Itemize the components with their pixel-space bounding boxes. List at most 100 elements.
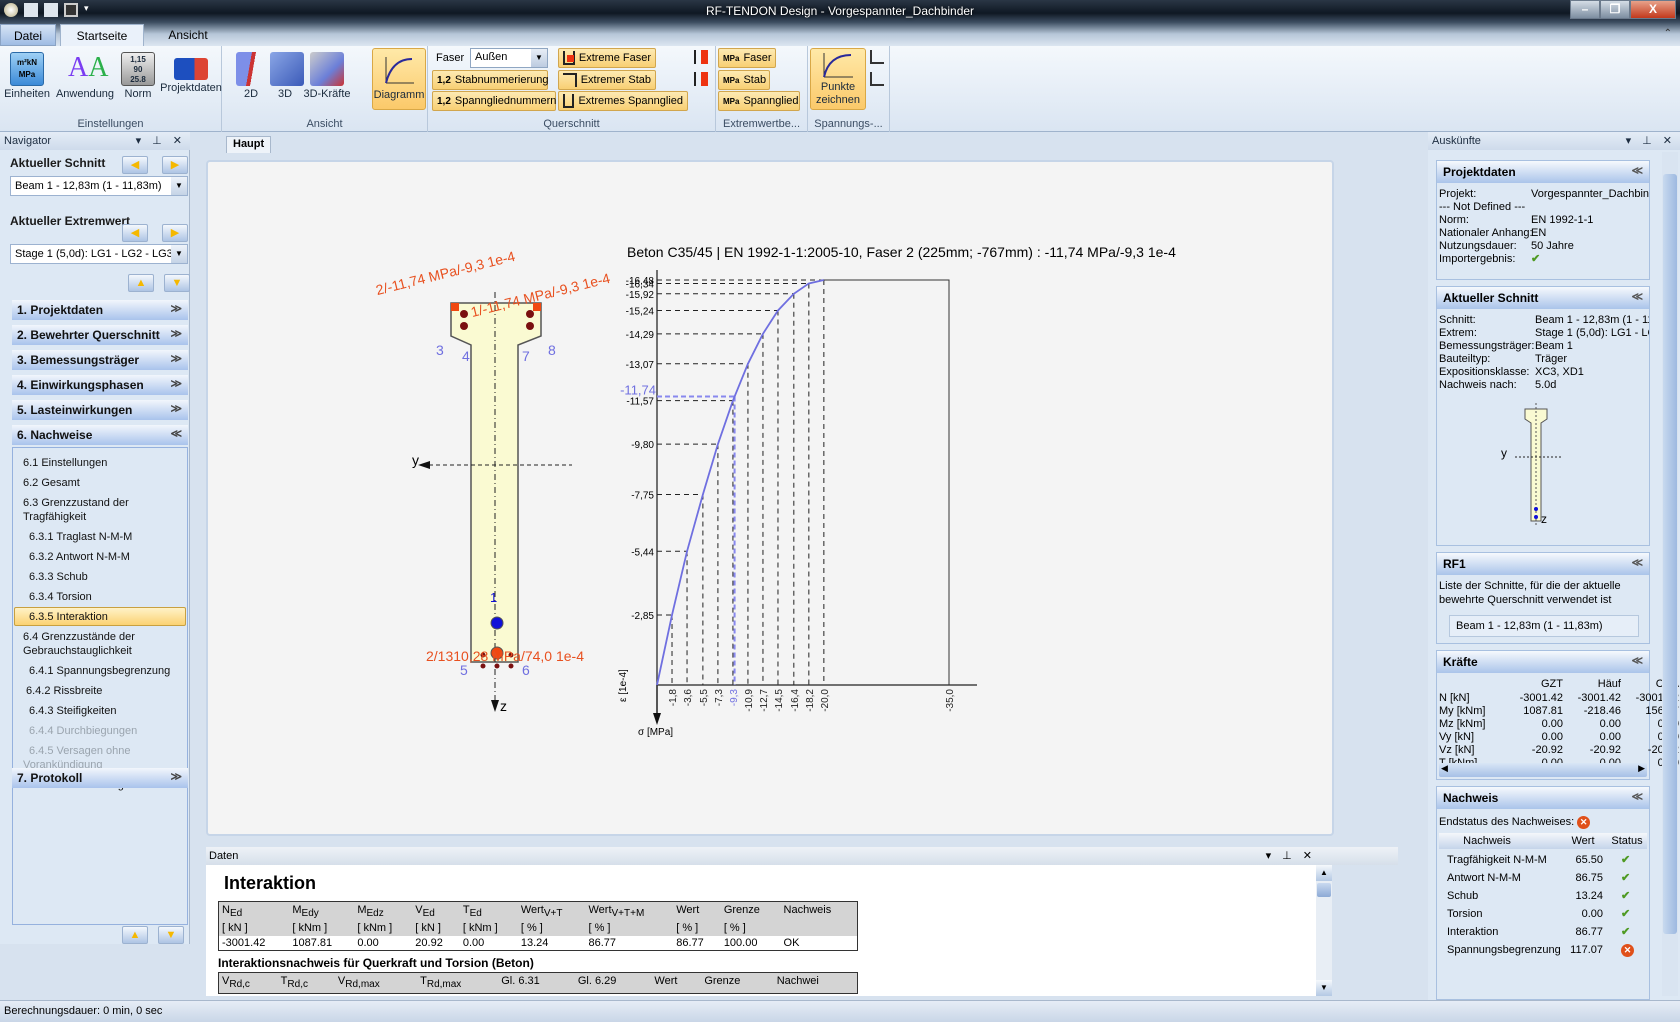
- section-bemessungstraeger[interactable]: 3. Bemessungsträger ≫: [12, 350, 188, 370]
- move-down-button[interactable]: ▼: [164, 274, 190, 292]
- axis-icon-2[interactable]: [870, 72, 884, 86]
- extremer-stab-button[interactable]: Extremer Stab: [558, 70, 656, 90]
- section-header[interactable]: Kräfte ≪: [1437, 651, 1649, 673]
- view-3d-button[interactable]: 3D: [270, 48, 304, 110]
- nav-item[interactable]: 6.3.3 Schub: [29, 570, 88, 584]
- section-header[interactable]: RF1 ≪: [1437, 553, 1649, 575]
- nav-item[interactable]: Tragfähigkeit: [23, 510, 86, 524]
- section-protokoll[interactable]: 7. Protokoll ≫: [12, 768, 188, 788]
- nav-item[interactable]: 6.3 Grenzzustand der: [23, 496, 129, 510]
- group-label: Querschnitt: [543, 118, 600, 130]
- tab-ansicht[interactable]: Ansicht: [150, 24, 226, 46]
- nav-item[interactable]: 6.3.4 Torsion: [29, 590, 92, 604]
- section-header[interactable]: Nachweis ≪: [1437, 787, 1649, 809]
- max-icon[interactable]: [694, 50, 708, 64]
- einheiten-button[interactable]: m²kN MPa Einheiten: [2, 48, 52, 110]
- minimize-button[interactable]: –: [1570, 0, 1600, 19]
- current-section-select[interactable]: Beam 1 - 12,83m (1 - 11,83m) ▼: [10, 176, 188, 196]
- section-einwirkungsphasen[interactable]: 4. Einwirkungsphasen ≫: [12, 375, 188, 395]
- projektdaten-button[interactable]: Projektdaten: [160, 48, 222, 110]
- data-scrollbar[interactable]: ▲ ▼: [1316, 865, 1332, 996]
- mpa-spannglied-button[interactable]: MPa Spannglied: [718, 91, 800, 111]
- nav-item-active[interactable]: 6.3.5 Interaktion: [14, 607, 186, 626]
- diagramm-button[interactable]: Diagramm: [372, 48, 426, 110]
- info-key: Nutzungsdauer:: [1439, 240, 1517, 252]
- norm-button[interactable]: 1,15 90 25.8 Norm: [118, 48, 158, 110]
- nav-up-button[interactable]: ▲: [122, 926, 148, 944]
- info-scrollbar[interactable]: [1662, 152, 1678, 996]
- tab-startseite[interactable]: Startseite: [60, 24, 144, 46]
- scroll-left-icon[interactable]: ◀: [1441, 763, 1448, 774]
- panel-controls[interactable]: ▾ ⊥ ✕: [1626, 134, 1676, 147]
- nav-item[interactable]: Gebrauchstauglichkeit: [23, 644, 132, 658]
- scroll-thumb[interactable]: [1317, 883, 1331, 897]
- faser-select[interactable]: Außen ▼: [470, 48, 548, 68]
- next-section-button[interactable]: ▶: [162, 156, 188, 174]
- nav-item[interactable]: 6.4.2 Rissbreite: [26, 684, 102, 698]
- maximize-button[interactable]: ❐: [1600, 0, 1630, 19]
- section-lasteinwirkungen[interactable]: 5. Lasteinwirkungen ≫: [12, 400, 188, 420]
- mpa-faser-button[interactable]: MPa Faser: [718, 48, 776, 68]
- current-extreme-select[interactable]: Stage 1 (5,0d): LG1 - LG2 - LG3 ▼: [10, 244, 188, 264]
- xlabel: ε [1e-4]: [618, 669, 629, 702]
- column-header: Wert: [651, 972, 702, 994]
- rf1-list-item[interactable]: Beam 1 - 12,83m (1 - 11,83m): [1449, 615, 1639, 637]
- table-cell: 20.92: [415, 937, 443, 950]
- y-tick-label: -7,75: [631, 491, 654, 502]
- ribbon-collapse-icon[interactable]: ⌃: [1664, 28, 1672, 39]
- nachweis-name: Torsion: [1447, 908, 1483, 920]
- ribbon-tabs: Datei Startseite Ansicht ⌃: [0, 22, 1680, 46]
- prev-extreme-button[interactable]: ◀: [122, 224, 148, 242]
- anwendung-button[interactable]: AA Anwendung: [54, 48, 116, 110]
- scroll-right-icon[interactable]: ▶: [1638, 763, 1645, 774]
- nav-item[interactable]: 6.4.1 Spannungsbegrenzung: [29, 664, 170, 678]
- view-2d-button[interactable]: 2D: [236, 48, 270, 110]
- panel-controls[interactable]: ▾ ⊥ ✕: [136, 134, 186, 147]
- close-button[interactable]: X: [1630, 0, 1676, 19]
- move-up-button[interactable]: ▲: [128, 274, 154, 292]
- info-value: ✔: [1531, 253, 1541, 265]
- nav-item[interactable]: 6.1 Einstellungen: [23, 456, 107, 470]
- scroll-up-icon[interactable]: ▲: [1316, 865, 1332, 881]
- extremes-spannglied-button[interactable]: Extremes Spannglied: [558, 91, 688, 111]
- nav-item[interactable]: 6.3.2 Antwort N-M-M: [29, 550, 130, 564]
- nav-item[interactable]: 6.2 Gesamt: [23, 476, 80, 490]
- force-value: -20.92: [1531, 744, 1563, 756]
- force-label: Vy [kN]: [1439, 731, 1475, 743]
- min-icon[interactable]: [694, 72, 708, 86]
- data-subtitle: Interaktionsnachweis für Querkraft und T…: [218, 956, 534, 970]
- tab-datei[interactable]: Datei: [0, 24, 56, 46]
- punkte-zeichnen-button[interactable]: Punkte zeichnen: [810, 48, 866, 110]
- table-cell: 86.77: [588, 937, 617, 950]
- info-key: Expositionsklasse:: [1439, 366, 1530, 378]
- tab-haupt[interactable]: Haupt: [226, 136, 272, 153]
- force-value: 0.00: [1599, 718, 1621, 730]
- prev-section-button[interactable]: ◀: [122, 156, 148, 174]
- info-header: Auskünfte ▾ ⊥ ✕: [1428, 132, 1680, 150]
- section-header[interactable]: Projektdaten ≪: [1437, 161, 1649, 183]
- stabnummerierung-button[interactable]: 1,2 Stabnummerierung: [432, 70, 548, 90]
- main-canvas[interactable]: Beton C35/45 | EN 1992-1-1:2005-10, Fase…: [206, 160, 1334, 836]
- axis-icon[interactable]: [870, 50, 884, 64]
- view-3d-forces-button[interactable]: 3D-Kräfte: [302, 48, 352, 110]
- mpa-stab-button[interactable]: MPa Stab: [718, 70, 770, 90]
- panel-controls[interactable]: ▾ ⊥ ✕: [1266, 849, 1316, 862]
- drawing-svg: Beton C35/45 | EN 1992-1-1:2005-10, Fase…: [418, 244, 1176, 738]
- scroll-down-icon[interactable]: ▼: [1316, 980, 1332, 996]
- kraefte-hscrollbar[interactable]: ◀ ▶: [1439, 763, 1647, 777]
- section-header[interactable]: Aktueller Schnitt ≪: [1437, 287, 1649, 309]
- info-kraefte: Kräfte≪ GZTHäufCHAN [kN]-3001.42-3001.42…: [1436, 650, 1679, 780]
- nav-item[interactable]: 6.4.3 Steifigkeiten: [29, 704, 116, 718]
- extreme-faser-button[interactable]: Extreme Faser: [558, 48, 656, 68]
- section-projektdaten[interactable]: 1. Projektdaten ≫: [12, 300, 188, 320]
- nav-item[interactable]: 6.3.1 Traglast N-M-M: [29, 530, 132, 544]
- scroll-thumb[interactable]: [1663, 174, 1677, 934]
- force-value: -3001.42: [1519, 692, 1563, 704]
- group-label: Einstellungen: [77, 118, 144, 130]
- next-extreme-button[interactable]: ▶: [162, 224, 188, 242]
- nav-item[interactable]: 6.4 Grenzzustände der: [23, 630, 135, 644]
- section-bewehrter-querschnitt[interactable]: 2. Bewehrter Querschnitt ≫: [12, 325, 188, 345]
- section-nachweise[interactable]: 6. Nachweise ≪: [12, 425, 188, 445]
- nav-down-button[interactable]: ▼: [158, 926, 184, 944]
- spanngliednummern-button[interactable]: 1,2 Spanngliednummern: [432, 91, 556, 111]
